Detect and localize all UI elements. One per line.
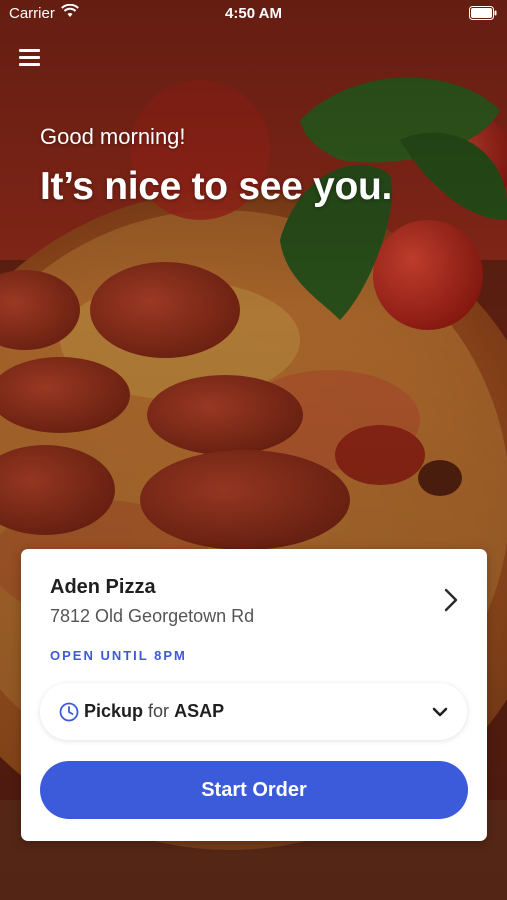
greeting-text: Good morning! <box>40 124 186 149</box>
store-hours: OPEN UNTIL 8PM <box>50 648 187 663</box>
menu-line <box>19 49 40 52</box>
menu-line <box>19 63 40 66</box>
order-type-selector[interactable]: Pickup for ASAP <box>40 683 467 740</box>
order-mode: Pickup <box>84 701 144 721</box>
status-bar: Carrier 4:50 AM <box>0 0 507 28</box>
start-order-button[interactable]: Start Order <box>40 761 468 819</box>
store-address: 7812 Old Georgetown Rd <box>50 606 255 626</box>
headline-text: It’s nice to see you. <box>40 165 393 208</box>
order-time: ASAP <box>174 701 225 721</box>
chevron-down-icon[interactable] <box>432 705 448 723</box>
chevron-right-icon[interactable] <box>439 587 463 613</box>
store-name: Aden Pizza <box>50 576 156 598</box>
status-time: 4:50 AM <box>225 5 282 22</box>
menu-line <box>19 56 40 59</box>
order-connector: for <box>148 701 170 721</box>
hamburger-menu-icon[interactable] <box>19 47 41 67</box>
battery-icon <box>469 6 497 24</box>
clock-icon <box>59 702 79 727</box>
store-card: Aden Pizza 7812 Old Georgetown Rd OPEN U… <box>21 549 487 841</box>
order-type-text: Pickup for ASAP <box>84 701 224 722</box>
